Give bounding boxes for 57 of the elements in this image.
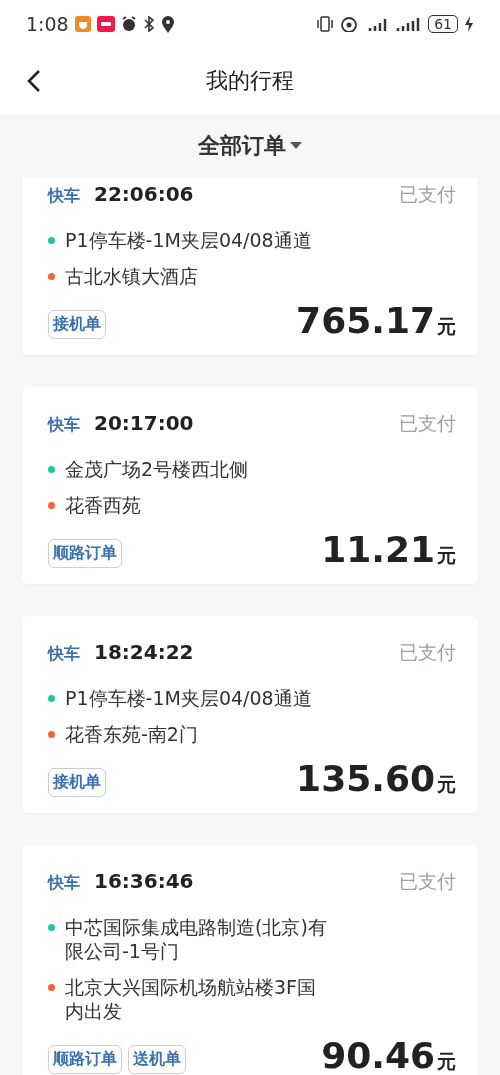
dropoff-address: 花香西苑 (65, 493, 142, 517)
end-dot-icon (48, 273, 55, 280)
vibrate-icon (316, 16, 335, 32)
start-dot-icon (48, 237, 55, 244)
currency-unit: 元 (437, 1049, 456, 1074)
location-icon (160, 15, 175, 33)
order-time: 18:24:22 (94, 640, 194, 664)
order-tag: 顺路订单 (48, 539, 122, 568)
ride-type: 快车 (48, 186, 80, 207)
order-price: 90.46 (321, 1035, 435, 1075)
order-time: 20:17:00 (94, 411, 194, 435)
page-title: 我的行程 (206, 67, 294, 95)
currency-unit: 元 (437, 772, 456, 797)
pickup-address: 金茂广场2号楼西北侧 (65, 457, 250, 481)
ride-type: 快车 (48, 415, 80, 436)
status-time: 1:08 (26, 13, 69, 35)
order-card[interactable]: 快车 16:36:46 已支付 中芯国际集成电路制造(北京)有限公司-1号门 北京大兴国际机场航站楼3F国内出发 顺路订单 送机单 90.46 元 (22, 845, 478, 1075)
end-dot-icon (48, 731, 55, 738)
start-dot-icon (48, 466, 55, 473)
order-status: 已支付 (399, 182, 456, 207)
start-dot-icon (48, 924, 55, 931)
charging-icon (464, 16, 474, 32)
pickup-address: P1停车楼-1M夹层04/08通道 (65, 228, 313, 252)
order-tag: 接机单 (48, 768, 106, 797)
pickup-address: P1停车楼-1M夹层04/08通道 (65, 686, 313, 710)
bluetooth-icon (142, 16, 155, 32)
order-tag: 送机单 (128, 1045, 186, 1074)
caret-icon (290, 142, 302, 150)
order-time: 22:06:06 (94, 182, 194, 206)
end-dot-icon (48, 502, 55, 509)
order-price: 11.21 (321, 529, 435, 570)
order-time: 16:36:46 (94, 869, 194, 893)
battery-indicator: 61 (428, 15, 458, 33)
app-icon (96, 16, 115, 32)
start-dot-icon (48, 695, 55, 702)
alarm-icon (120, 16, 137, 32)
order-price: 765.17 (296, 300, 435, 341)
order-status: 已支付 (399, 411, 456, 436)
order-card[interactable]: 快车 20:17:00 已支付 金茂广场2号楼西北侧 花香西苑 顺路订单 11.21 元 (22, 387, 478, 584)
order-tag: 接机单 (48, 310, 106, 339)
order-status: 已支付 (399, 640, 456, 665)
order-card[interactable]: 快车 18:24:22 已支付 P1停车楼-1M夹层04/08通道 花香东苑-南2门 接机单 135.60元 (22, 616, 478, 813)
app-icon (74, 16, 91, 32)
end-dot-icon (48, 984, 55, 991)
dropoff-address: 北京大兴国际机场航站楼3F国内出发 (65, 975, 318, 1023)
order-filter-dropdown[interactable]: 全部订单 (198, 131, 302, 161)
currency-unit: 元 (437, 543, 456, 568)
order-card[interactable]: 快车 22:06:06 已支付 P1停车楼-1M夹层04/08通道 古北水镇大酒店 接机单 765.17 元 (22, 178, 478, 355)
dropoff-address: 花香东苑-南2门 (65, 722, 199, 746)
order-tag: 顺路订单 (48, 1045, 122, 1074)
pickup-address: 中芯国际集成电路制造(北京)有限公司-1号门 (65, 915, 328, 963)
order-status: 已支付 (399, 869, 456, 894)
order-price: 135.60 (296, 758, 435, 799)
ride-type: 快车 (48, 873, 80, 894)
dropoff-address: 古北水镇大酒店 (65, 264, 199, 288)
ride-type: 快车 (48, 644, 80, 665)
currency-unit: 元 (437, 314, 456, 339)
